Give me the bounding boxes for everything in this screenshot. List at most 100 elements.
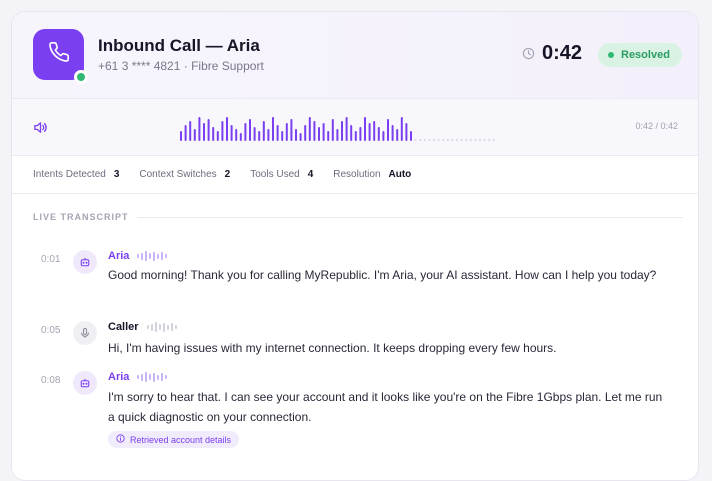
waveform-bar [304,125,307,141]
waveform-bar-remaining [428,139,431,141]
waveform-bar-remaining [451,139,454,141]
waveform-bar-remaining [474,139,477,141]
section-title: LIVE TRANSCRIPT [33,212,129,222]
waveform-bar [382,131,385,141]
waveform-bar-remaining [442,139,445,141]
speech-wave-icon [137,251,168,261]
speech-wave-bar [162,322,165,332]
speech-wave-bar [153,251,156,261]
waveform-bar [184,125,187,141]
call-title: Inbound Call — Aria [98,36,260,55]
waveform-bar [318,127,320,141]
bot-icon [73,371,97,395]
waveform-bar-remaining [414,139,417,141]
waveform-bar [359,127,362,141]
call-header: Inbound Call — Aria +61 3 **** 4821 · Fi… [12,12,698,99]
waveform-bar [331,119,334,141]
message-header: Aria [108,250,168,262]
waveform-bar-remaining [433,139,435,141]
message-time: 0:08 [41,375,61,386]
waveform-bar [262,121,265,141]
waveform-bar [230,125,233,141]
stat-resolution: Resolution Auto [333,169,411,180]
waveform-bar [295,129,297,141]
speaker-icon[interactable] [33,120,48,140]
waveform-bar [221,121,224,141]
waveform-bar [364,117,366,141]
speech-wave-bar [157,374,160,380]
status-label: Resolved [621,49,670,61]
message-header: Aria [108,371,168,383]
waveform-bar [373,121,376,141]
waveform-bar [216,131,219,141]
waveform-bar [387,119,389,141]
waveform-bar-remaining [419,139,422,141]
speech-wave-bar [161,373,164,381]
waveform-bar [410,131,412,141]
stat-value: 2 [224,169,231,180]
waveform-bar [249,119,251,141]
call-avatar [33,29,88,84]
speech-wave-bar [174,325,177,329]
waveform-bar [368,123,371,141]
waveform-bar [345,117,348,141]
message-time: 0:05 [41,325,61,336]
waveform-bar-remaining [492,139,495,141]
waveform-bar [267,129,270,141]
call-stats: Intents Detected 3 Context Switches 2 To… [12,156,698,194]
stat-label: Tools Used [250,169,300,180]
waveform-bar [377,127,380,141]
waveform-bar-remaining [446,139,449,141]
waveform-bar [207,119,210,141]
tool-call-chip[interactable]: Retrieved account details [108,431,240,448]
waveform-bar [226,117,228,141]
waveform-bar-remaining [460,139,463,141]
stat-label: Resolution [333,169,381,180]
speech-wave-bar [137,254,140,258]
waveform-bar-remaining [465,139,468,141]
speech-wave-bar [145,251,148,261]
waveform-bar [281,131,284,141]
waveform-bar-remaining [479,139,481,141]
phone-icon [48,41,70,68]
waveform-bar-remaining [469,139,472,141]
waveform-bar [258,131,261,141]
waveform-bar-remaining [488,139,491,141]
speech-wave-bar [165,254,168,258]
waveform-svg [180,117,495,141]
speech-wave-icon [137,372,168,382]
playback-time: 0:42 / 0:42 [635,121,678,131]
speaker-name: Aria [108,250,130,262]
waveform-bar [354,131,357,141]
waveform-bar [235,129,238,141]
waveform-bar [322,123,325,141]
transcript-section-label: LIVE TRANSCRIPT [33,212,683,222]
waveform-bar [244,123,247,141]
waveform-bar [405,123,408,141]
waveform-bar [400,117,403,141]
speech-wave-bar [161,252,164,260]
speech-wave-bar [141,373,144,381]
stat-tools-used: Tools Used 4 [250,169,313,180]
waveform-bar-remaining [423,139,426,141]
audio-player: 0:42 / 0:42 [12,99,698,156]
waveform-bar [308,117,311,141]
speech-wave-bar [149,253,152,259]
audio-waveform[interactable] [180,113,540,143]
waveform-bar [299,133,302,141]
speaker-name: Aria [108,371,130,383]
message-text: Good morning! Thank you for calling MyRe… [108,268,657,282]
speech-wave-bar [154,322,157,332]
speech-wave-bar [170,323,173,331]
speaker-name: Caller [108,321,139,333]
bot-icon [73,250,97,274]
waveform-bar [341,121,343,141]
waveform-bar [285,123,288,141]
waveform-bar [239,133,242,141]
waveform-bar [391,125,394,141]
waveform-bar [203,123,205,141]
call-subtitle: +61 3 **** 4821 · Fibre Support [98,59,264,73]
speech-wave-bar [158,324,161,330]
waveform-bar-remaining [483,139,486,141]
speech-wave-bar [157,253,160,259]
